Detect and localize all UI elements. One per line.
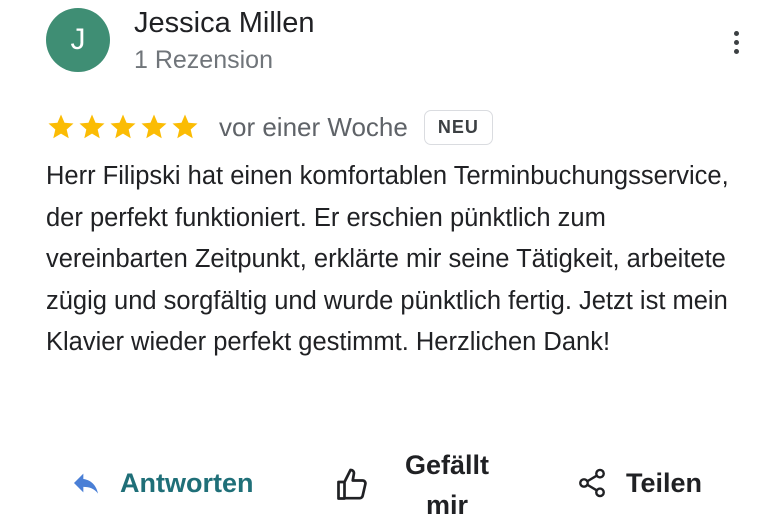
- star-rating: [46, 112, 201, 142]
- review-time: vor einer Woche: [219, 111, 408, 142]
- review-text: Herr Filipski hat einen komfortablen Ter…: [46, 162, 729, 356]
- star-icon: [48, 114, 74, 139]
- star-icon: [141, 114, 167, 139]
- review-count[interactable]: 1 Rezension: [134, 44, 273, 76]
- share-label: Teilen: [626, 467, 703, 498]
- reply-label: Antworten: [120, 467, 254, 498]
- reviewer-name[interactable]: Jessica Millen: [134, 5, 315, 41]
- like-button[interactable]: Gefällt mir: [334, 445, 502, 525]
- more-options-icon[interactable]: [722, 28, 750, 62]
- star-icon: [110, 114, 136, 139]
- thumbs-up-icon: [337, 468, 367, 500]
- new-badge: NEU: [423, 109, 493, 145]
- like-label: Gefällt mir: [404, 450, 490, 520]
- reply-arrow-icon: [74, 473, 98, 494]
- star-icon: [79, 114, 105, 139]
- star-icon: [172, 114, 198, 139]
- avatar[interactable]: J: [46, 8, 110, 72]
- reply-button[interactable]: Antworten: [70, 462, 253, 504]
- rating-row: vor einer Woche NEU: [46, 106, 493, 148]
- share-button[interactable]: Teilen: [576, 462, 702, 504]
- share-icon: [579, 468, 605, 498]
